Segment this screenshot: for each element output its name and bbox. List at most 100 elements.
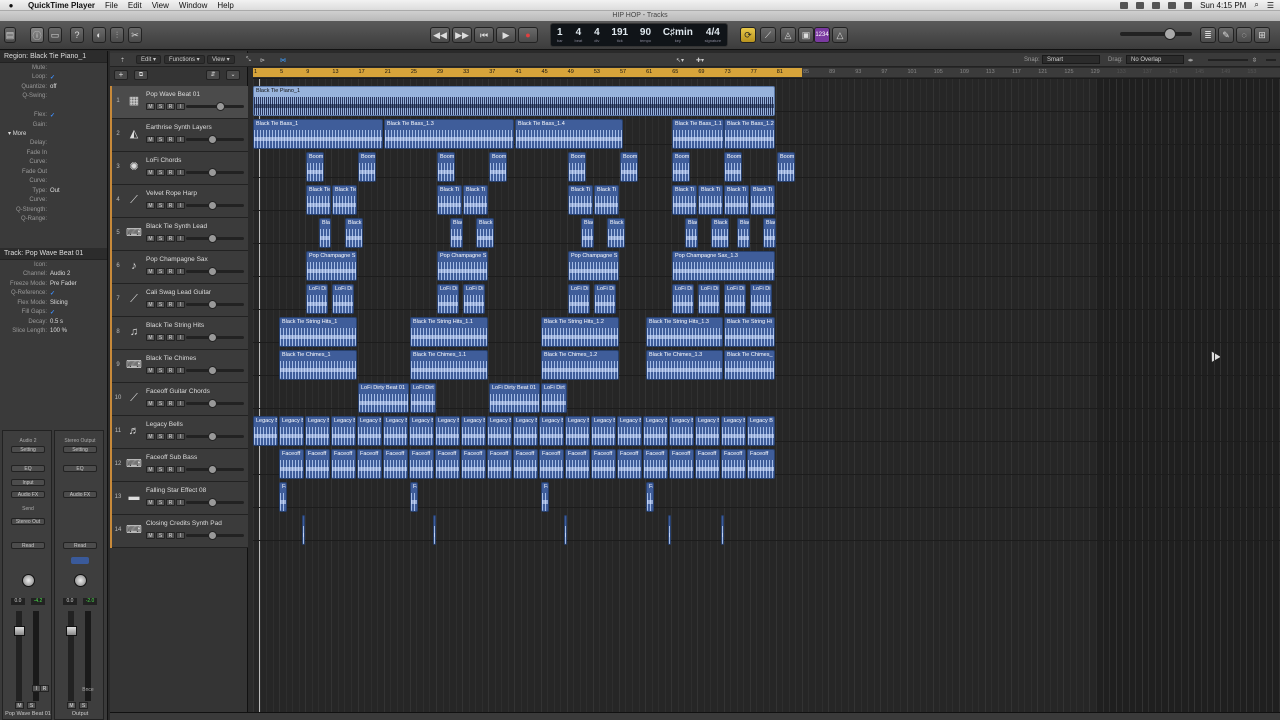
volume-fader-cap[interactable] — [14, 626, 25, 636]
track-solo-button[interactable]: S — [156, 400, 165, 407]
track-volume-slider[interactable] — [186, 498, 244, 507]
more-param-row[interactable]: Type: Out — [0, 186, 107, 196]
audio-region[interactable]: Black Tie String Hits_1 — [279, 317, 357, 347]
track-mute-button[interactable]: M — [146, 367, 155, 374]
more-param-row[interactable]: Q-Strength: — [0, 205, 107, 215]
track-header[interactable]: 5 ⌨ Black Tie Synth Lead M S R I — [110, 218, 248, 251]
track-mute-button[interactable]: M — [146, 466, 155, 473]
track-mute-button[interactable]: M — [146, 499, 155, 506]
more-param-row[interactable]: Curve: — [0, 177, 107, 187]
track-input-monitor-button[interactable]: I — [176, 466, 185, 473]
region-inspector-title[interactable]: Region: Black Tie Piano_1 — [0, 51, 107, 63]
volume-value[interactable]: 0.0 — [63, 598, 77, 605]
track-header[interactable]: 12 ⌨ Faceoff Sub Bass M S R I — [110, 449, 248, 482]
smart-controls-button[interactable]: ◐ — [92, 27, 106, 43]
track-header[interactable]: 14 ⌨ Closing Credits Synth Pad M S R I — [110, 515, 248, 548]
track-name[interactable]: Velvet Rope Harp — [146, 190, 197, 197]
track-instrument-icon[interactable]: ▬ — [126, 489, 142, 505]
audio-region[interactable]: Black Tie Bass_1.1 — [672, 119, 724, 149]
mute-button[interactable]: M — [15, 702, 24, 709]
track-header[interactable]: 8 ♫ Black Tie String Hits M S R I — [110, 317, 248, 350]
horizontal-zoom-slider[interactable] — [1208, 59, 1248, 61]
track-instrument-icon[interactable]: ▦ — [126, 93, 142, 109]
bounce-button[interactable]: Bnce — [63, 687, 113, 693]
track-header[interactable]: 9 ⌨ Black Tie Chimes M S R I — [110, 350, 248, 383]
audio-region[interactable]: Blac — [581, 218, 594, 248]
audio-region[interactable]: LoFi Di — [437, 284, 459, 314]
track-param-row[interactable]: Q-Reference: ✓ — [0, 289, 107, 299]
audio-region[interactable]: Black Tie Chimes_1 — [279, 350, 357, 380]
track-instrument-icon[interactable]: ⟋ — [126, 291, 142, 307]
track-input-monitor-button[interactable]: I — [176, 202, 185, 209]
track-name[interactable]: Legacy Bells — [146, 421, 183, 428]
track-volume-slider[interactable] — [186, 399, 244, 408]
wifi-icon[interactable] — [1168, 1, 1177, 9]
audio-region[interactable]: Faceoff — [669, 449, 694, 479]
audio-region[interactable]: LoFi Di — [332, 284, 354, 314]
count-in-badge[interactable]: 1234 — [814, 27, 830, 43]
more-param-row[interactable]: Fade In — [0, 148, 107, 158]
audio-region[interactable]: Faceoff — [305, 449, 330, 479]
track-volume-knob[interactable] — [208, 531, 217, 540]
audio-region[interactable]: LoFi Dirty Beat 01 — [358, 383, 409, 413]
track-input-monitor-button[interactable]: I — [176, 433, 185, 440]
track-name[interactable]: Closing Credits Synth Pad — [146, 520, 222, 527]
track-header[interactable]: 7 ⟋ Cali Swag Lead Guitar M S R I — [110, 284, 248, 317]
region-param-row[interactable]: Flex: ✓ — [0, 111, 107, 121]
audio-region[interactable]: LoFi Di — [724, 284, 746, 314]
track-solo-button[interactable]: S — [156, 499, 165, 506]
audio-region[interactable]: Faceoff — [565, 449, 590, 479]
spotlight-icon[interactable]: ⌕ — [1254, 0, 1258, 10]
audio-region[interactable]: Fa — [279, 482, 287, 512]
pan-knob[interactable] — [22, 574, 35, 587]
lcd-key[interactable]: C♯min key — [663, 27, 693, 43]
track-name[interactable]: Faceoff Sub Bass — [146, 454, 197, 461]
track-volume-slider[interactable] — [186, 201, 244, 210]
snap-select[interactable]: Smart — [1042, 55, 1100, 64]
flex-icon[interactable]: ⋈ — [280, 55, 286, 65]
audio-region[interactable]: Black Ti — [724, 185, 749, 215]
track-volume-slider[interactable] — [186, 465, 244, 474]
menu-file[interactable]: File — [105, 1, 118, 10]
track-solo-button[interactable]: S — [156, 334, 165, 341]
pencil-tool-icon[interactable]: ✚▾ — [696, 55, 704, 65]
audio-region[interactable]: LoFi Di — [594, 284, 616, 314]
menu-clock[interactable]: Sun 4:15 PM — [1200, 1, 1246, 10]
track-mute-button[interactable]: M — [146, 202, 155, 209]
audio-region[interactable]: Faceoff — [513, 449, 538, 479]
setting-button[interactable]: Setting — [63, 446, 97, 453]
audio-region[interactable]: Faceoff — [539, 449, 564, 479]
track-record-enable-button[interactable]: R — [166, 103, 175, 110]
track-volume-knob[interactable] — [208, 300, 217, 309]
vertical-zoom-icon[interactable]: ⇳ — [1252, 55, 1257, 65]
audio-region[interactable]: Boom — [358, 152, 376, 182]
track-input-monitor-button[interactable]: I — [176, 532, 185, 539]
track-instrument-icon[interactable]: ⌨ — [126, 456, 142, 472]
audio-region[interactable]: Black Ti — [437, 185, 462, 215]
menu-view[interactable]: View — [152, 1, 169, 10]
track-instrument-icon[interactable]: ⟋ — [126, 192, 142, 208]
track-record-enable-button[interactable]: R — [166, 235, 175, 242]
tuner-button[interactable]: ⟋ — [760, 27, 776, 43]
audio-region[interactable]: Legacy B — [669, 416, 694, 446]
audio-region[interactable]: Black Ti — [568, 185, 593, 215]
eq-button[interactable]: EQ — [11, 465, 45, 472]
back-icon[interactable]: ⇡ — [120, 55, 125, 65]
audio-region[interactable]: Pop Champagne S — [568, 251, 619, 281]
track-volume-knob[interactable] — [208, 135, 217, 144]
audio-region[interactable]: Legacy B — [747, 416, 775, 446]
region-param-value[interactable]: ✓ — [50, 112, 55, 119]
audio-region[interactable]: Black Ti — [672, 185, 697, 215]
track-mute-button[interactable]: M — [146, 334, 155, 341]
audio-region[interactable]: Faceoff — [695, 449, 720, 479]
audio-region[interactable] — [668, 515, 671, 545]
track-volume-knob[interactable] — [208, 498, 217, 507]
track-param-value[interactable]: 0.5 s — [50, 319, 63, 325]
track-mute-button[interactable]: M — [146, 301, 155, 308]
track-name[interactable]: Pop Wave Beat 01 — [146, 91, 200, 98]
audio-region[interactable]: Fa — [541, 482, 549, 512]
track-param-row[interactable]: Fill Gaps: ✓ — [0, 308, 107, 318]
volume-value[interactable]: 0.0 — [11, 598, 25, 605]
track-instrument-icon[interactable]: ♬ — [126, 423, 142, 439]
track-param-value[interactable]: ✓ — [50, 290, 55, 297]
